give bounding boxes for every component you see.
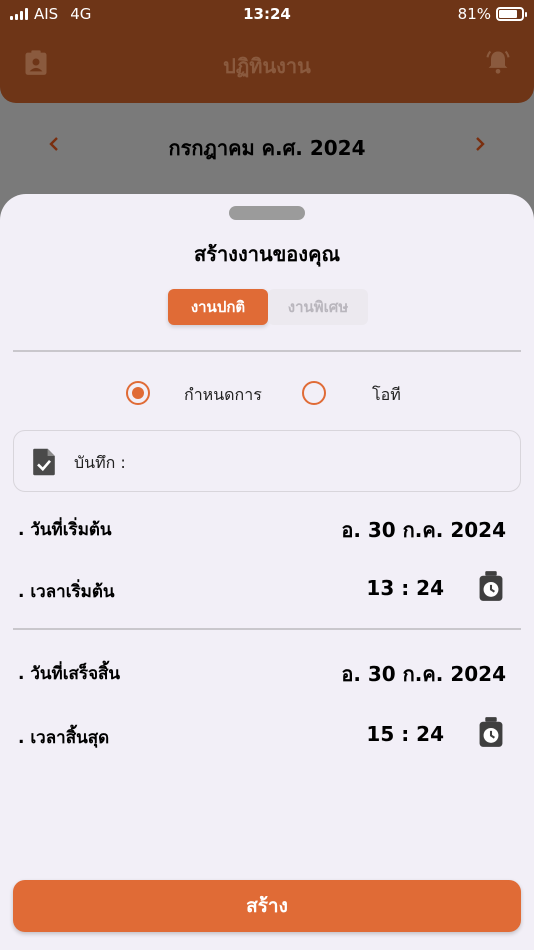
create-task-sheet: สร้างงานของคุณ งานปกติ งานพิเศษ กำหนดการ…: [0, 194, 534, 950]
start-date-label: . วันที่เริ่มต้น: [18, 520, 112, 540]
battery-icon: [496, 7, 527, 21]
end-date-value[interactable]: อ. 30 ก.ค. 2024: [341, 658, 506, 690]
app-header: ปฏิทินงาน: [0, 28, 534, 103]
start-date-row[interactable]: . วันที่เริ่มต้น อ. 30 ก.ค. 2024: [0, 510, 534, 542]
divider: [13, 350, 521, 352]
tab-special-task[interactable]: งานพิเศษ: [268, 289, 368, 325]
sheet-drag-handle[interactable]: [229, 206, 305, 220]
create-button[interactable]: สร้าง: [13, 880, 521, 932]
month-navigator: กรกฎาคม ค.ศ. 2024: [0, 128, 534, 162]
chevron-right-icon[interactable]: [472, 136, 488, 152]
note-label: บันทึก :: [74, 453, 126, 472]
task-type-segment: งานปกติ งานพิเศษ: [168, 289, 368, 327]
page-title: ปฏิทินงาน: [223, 54, 311, 78]
clock: 13:24: [243, 5, 291, 23]
timer-icon[interactable]: [478, 716, 504, 748]
start-time-value[interactable]: 13 : 24: [366, 576, 444, 600]
end-date-label: . วันที่เสร็จสิ้น: [18, 664, 121, 684]
radio-schedule-label: กำหนดการ: [184, 385, 262, 404]
sheet-title: สร้างงานของคุณ: [194, 242, 340, 266]
battery-percent: 81%: [457, 5, 491, 23]
schedule-type-radio-group: กำหนดการ โอที: [0, 379, 534, 407]
end-time-row[interactable]: . เวลาสิ้นสุด 15 : 24: [0, 716, 534, 750]
end-time-label: . เวลาสิ้นสุด: [18, 728, 110, 748]
bell-alarm-icon[interactable]: [484, 48, 512, 76]
divider: [13, 628, 521, 630]
radio-schedule[interactable]: [126, 381, 150, 405]
end-time-value[interactable]: 15 : 24: [366, 722, 444, 746]
note-field[interactable]: บันทึก :: [13, 430, 521, 492]
radio-ot-label: โอที: [372, 385, 401, 404]
document-check-icon: [33, 448, 55, 476]
start-date-value[interactable]: อ. 30 ก.ค. 2024: [341, 514, 506, 546]
month-label: กรกฎาคม ค.ศ. 2024: [168, 136, 366, 160]
end-date-row[interactable]: . วันที่เสร็จสิ้น อ. 30 ก.ค. 2024: [0, 654, 534, 686]
timer-icon[interactable]: [478, 570, 504, 602]
status-right: 81%: [457, 5, 527, 23]
start-time-row[interactable]: . เวลาเริ่มต้น 13 : 24: [0, 570, 534, 604]
start-time-label: . เวลาเริ่มต้น: [18, 582, 115, 602]
tab-regular-task[interactable]: งานปกติ: [168, 289, 268, 325]
status-bar: AIS 4G 13:24 81%: [0, 0, 534, 28]
radio-ot[interactable]: [302, 381, 326, 405]
